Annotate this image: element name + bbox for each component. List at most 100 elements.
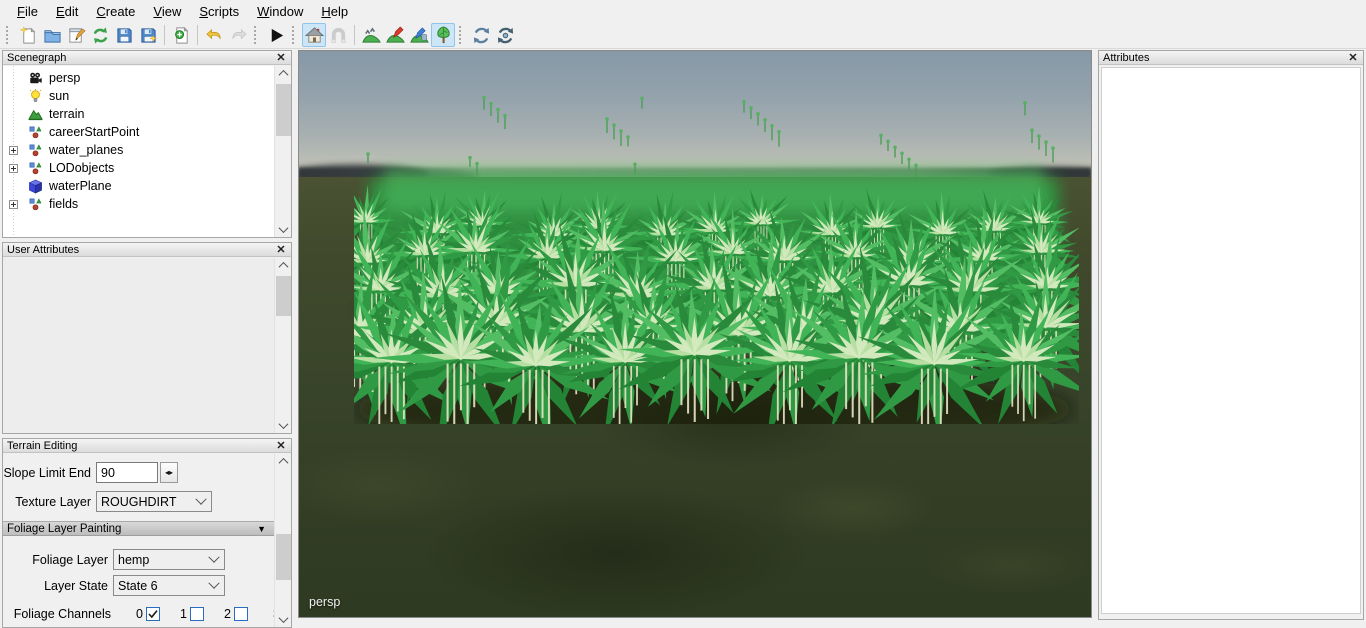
tree-item-careerStartPoint[interactable]: careerStartPoint: [3, 123, 274, 141]
texture-layer-dropdown[interactable]: ROUGHDIRT: [96, 491, 212, 512]
slope-limit-spinner[interactable]: ◂▸: [160, 462, 178, 483]
scroll-up-icon[interactable]: [275, 258, 292, 273]
toolbar-grip[interactable]: [254, 26, 261, 44]
slope-limit-end-label: Slope Limit End: [3, 466, 91, 480]
frame-camera-button[interactable]: [302, 23, 326, 47]
attributes-titlebar: Attributes ✕: [1099, 51, 1363, 65]
toolbar-separator: [354, 25, 355, 45]
open-file-button[interactable]: [40, 23, 64, 47]
slope-limit-end-input[interactable]: [96, 462, 158, 483]
cube-blue-icon: [27, 178, 43, 194]
layer-state-value: State 6: [118, 579, 210, 593]
foliage-channel-0: 0: [116, 606, 160, 621]
tree-item-label: LODobjects: [49, 161, 114, 175]
layer-state-dropdown[interactable]: State 6: [113, 575, 225, 596]
scroll-down-icon[interactable]: [275, 418, 292, 433]
foliage-paint-button[interactable]: [431, 23, 455, 47]
chevron-down-icon: [208, 551, 219, 562]
tree-item-label: fields: [49, 197, 78, 211]
foliage-channel-checkbox-2[interactable]: [234, 607, 248, 621]
user-attributes-panel: User Attributes ✕: [2, 242, 292, 434]
expand-plus-icon[interactable]: [9, 200, 18, 209]
new-scene-button[interactable]: [16, 23, 40, 47]
reload-file-button[interactable]: [88, 23, 112, 47]
expand-plus-icon[interactable]: [9, 164, 18, 173]
scenegraph-panel-title: Scenegraph: [7, 52, 275, 64]
save-button[interactable]: [112, 23, 136, 47]
menu-window[interactable]: Window: [248, 2, 312, 21]
undo-button[interactable]: [202, 23, 226, 47]
scroll-up-icon[interactable]: [275, 454, 292, 469]
expand-plus-icon[interactable]: [9, 146, 18, 155]
foliage-section-title: Foliage Layer Painting: [7, 523, 257, 535]
menu-scripts[interactable]: Scripts: [190, 2, 248, 21]
attributes-panel: Attributes ✕: [1098, 50, 1364, 620]
user-attributes-scrollbar[interactable]: [274, 258, 291, 433]
foliage-layer-dropdown[interactable]: hemp: [113, 549, 225, 570]
foliage-channel-checkbox-0[interactable]: [146, 607, 160, 621]
redo-button[interactable]: [226, 23, 250, 47]
tree-item-sun[interactable]: sun: [3, 87, 274, 105]
reload-scripts-button[interactable]: [469, 23, 493, 47]
tree-item-LODobjects[interactable]: LODobjects: [3, 159, 274, 177]
scroll-up-icon[interactable]: [275, 66, 292, 81]
close-icon[interactable]: ✕: [1347, 53, 1359, 63]
channel-number-label: 2: [224, 607, 231, 621]
tree-item-fields[interactable]: fields: [3, 195, 274, 213]
toolbar-separator: [197, 25, 198, 45]
refresh-scene-button[interactable]: [493, 23, 517, 47]
foliage-layer-painting-header[interactable]: Foliage Layer Painting ▼: [3, 521, 274, 536]
hemp-field: [354, 79, 1079, 424]
scenegraph-scrollbar[interactable]: [274, 66, 291, 237]
transform-group-icon: [27, 196, 43, 212]
scrollbar-thumb[interactable]: [276, 534, 291, 580]
tree-item-persp[interactable]: persp: [3, 69, 274, 87]
foliage-channel-checkbox-1[interactable]: [190, 607, 204, 621]
play-triangle-icon: [267, 26, 286, 45]
menu-create[interactable]: Create: [87, 2, 144, 21]
toolbar: [0, 22, 1366, 49]
chevron-down-icon: [195, 493, 206, 504]
scroll-down-icon[interactable]: [275, 222, 292, 237]
toolbar-grip[interactable]: [292, 26, 299, 44]
toolbar-grip[interactable]: [459, 26, 466, 44]
terrain-editing-scrollbar[interactable]: [274, 454, 291, 627]
scrollbar-thumb[interactable]: [276, 276, 291, 316]
viewport-3d[interactable]: persp: [298, 50, 1092, 618]
attributes-content: [1101, 67, 1361, 614]
terrain-mini-icon: [27, 106, 43, 122]
tree-item-water_planes[interactable]: water_planes: [3, 141, 274, 159]
tree-item-waterPlane[interactable]: waterPlane: [3, 177, 274, 195]
close-icon[interactable]: ✕: [275, 245, 287, 255]
menu-file[interactable]: File: [8, 2, 47, 21]
foliage-tree-icon: [434, 26, 453, 45]
terrain-brush-icon: [386, 26, 405, 45]
play-button[interactable]: [264, 23, 288, 47]
menu-help[interactable]: Help: [312, 2, 357, 21]
import-button[interactable]: [169, 23, 193, 47]
menu-edit[interactable]: Edit: [47, 2, 87, 21]
close-icon[interactable]: ✕: [275, 441, 287, 451]
tree-item-label: waterPlane: [49, 179, 112, 193]
save-as-button[interactable]: [136, 23, 160, 47]
terrain-sculpt-button[interactable]: [359, 23, 383, 47]
menu-view[interactable]: View: [144, 2, 190, 21]
scenegraph-panel: Scenegraph ✕ perspsunterraincareerStartP…: [2, 50, 292, 238]
terrain-paint-button[interactable]: [383, 23, 407, 47]
page-plus-icon: [172, 26, 191, 45]
floppy-disk-icon: [115, 26, 134, 45]
toolbar-grip[interactable]: [6, 26, 13, 44]
edit-file-button[interactable]: [64, 23, 88, 47]
close-icon[interactable]: ✕: [275, 53, 287, 63]
magnet-icon: [329, 26, 348, 45]
user-attributes-title: User Attributes: [7, 244, 275, 256]
scrollbar-thumb[interactable]: [276, 84, 291, 136]
active-camera-label: persp: [309, 595, 340, 609]
refresh-circle-icon: [472, 26, 491, 45]
tree-item-terrain[interactable]: terrain: [3, 105, 274, 123]
floppy-disk-new-icon: [139, 26, 158, 45]
snap-magnet-button[interactable]: [326, 23, 350, 47]
scenegraph-tree: perspsunterraincareerStartPointwater_pla…: [3, 66, 274, 237]
scroll-down-icon[interactable]: [275, 612, 292, 627]
terrain-detail-button[interactable]: [407, 23, 431, 47]
